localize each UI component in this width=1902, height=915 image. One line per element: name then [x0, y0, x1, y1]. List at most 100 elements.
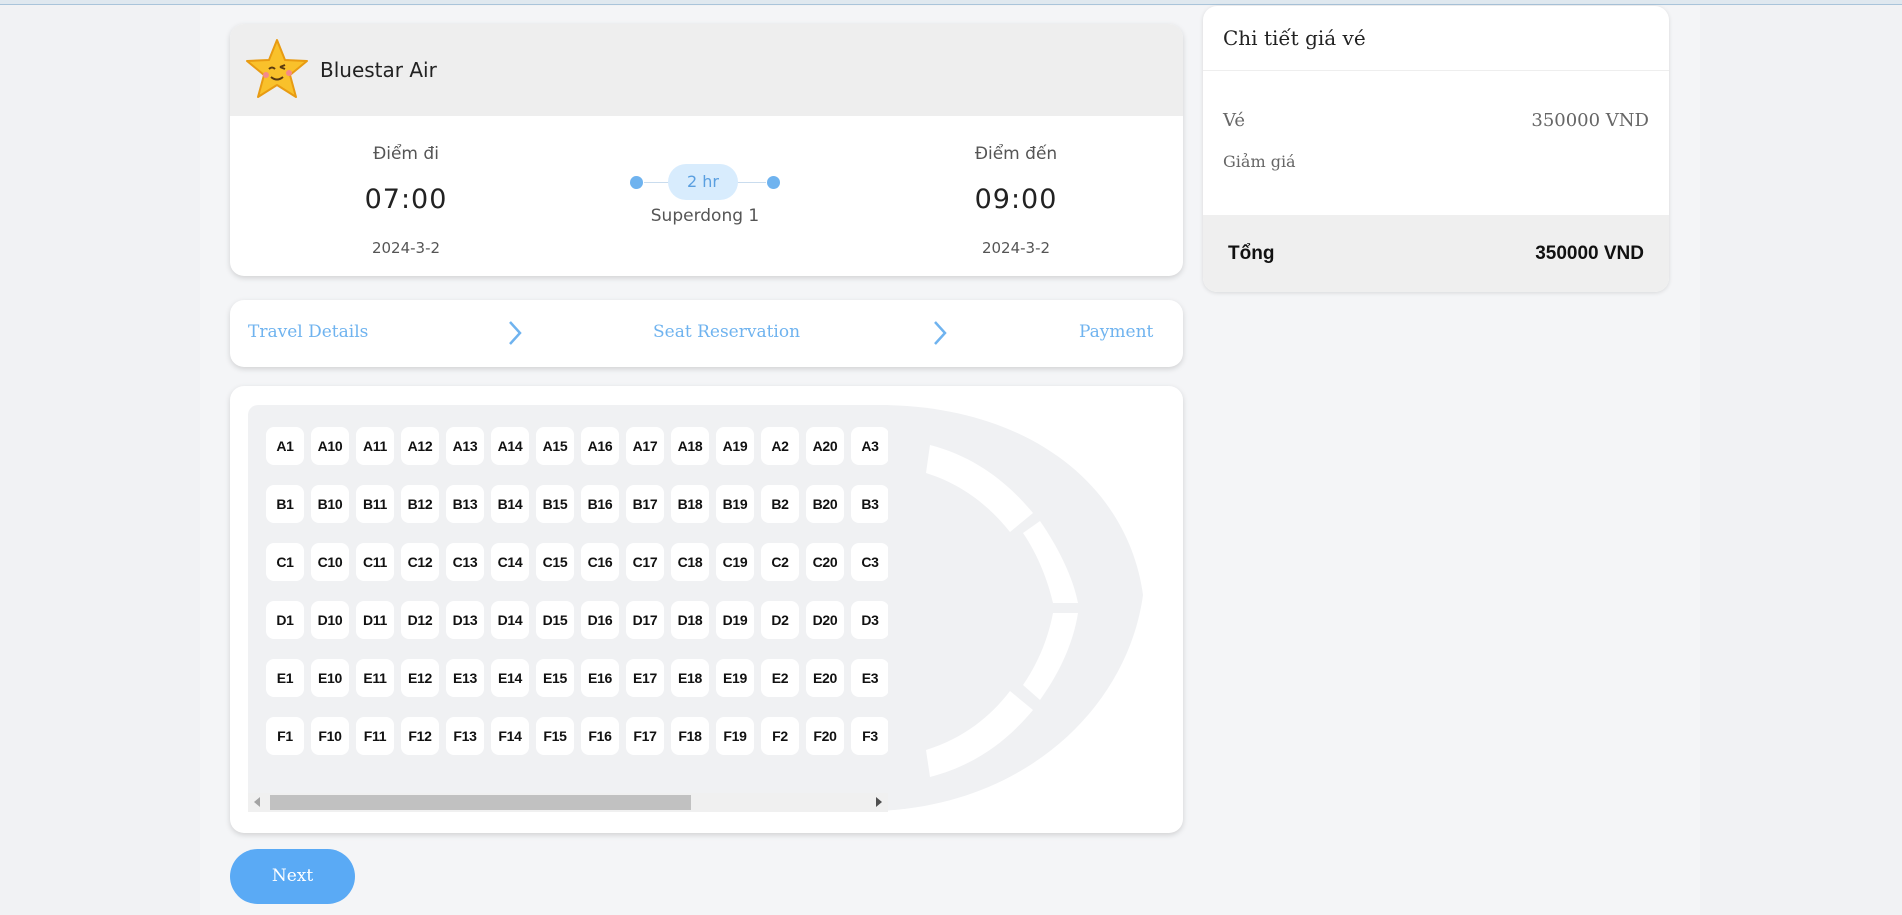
seat-button[interactable]: C16: [581, 543, 619, 581]
seat-button[interactable]: E19: [716, 659, 754, 697]
step-travel-details[interactable]: Travel Details: [248, 322, 368, 342]
price-title: Chi tiết giá vé: [1203, 6, 1669, 71]
seat-button[interactable]: F3: [851, 717, 888, 755]
seat-button[interactable]: F1: [266, 717, 304, 755]
seat-button[interactable]: E12: [401, 659, 439, 697]
seat-button[interactable]: B14: [491, 485, 529, 523]
seat-button[interactable]: E14: [491, 659, 529, 697]
window-top-border: [0, 0, 1902, 5]
seat-button[interactable]: F14: [491, 717, 529, 755]
arrival-time: 09:00: [974, 184, 1058, 215]
seat-button[interactable]: B17: [626, 485, 664, 523]
seat-button[interactable]: F18: [671, 717, 709, 755]
seat-button[interactable]: B2: [761, 485, 799, 523]
seat-button[interactable]: F19: [716, 717, 754, 755]
seat-button[interactable]: C17: [626, 543, 664, 581]
scrollbar-thumb[interactable]: [270, 795, 691, 810]
seat-row: E1 E10 E11 E12 E13 E14 E15 E16 E17 E18 E19 E2 E20 E3: [266, 659, 888, 697]
seat-button[interactable]: A13: [446, 427, 484, 465]
seat-button[interactable]: E13: [446, 659, 484, 697]
seat-button[interactable]: D2: [761, 601, 799, 639]
seat-button[interactable]: C19: [716, 543, 754, 581]
seat-button[interactable]: A14: [491, 427, 529, 465]
seat-button[interactable]: D11: [356, 601, 394, 639]
step-seat-reservation[interactable]: Seat Reservation: [653, 322, 800, 342]
seat-button[interactable]: E16: [581, 659, 619, 697]
seat-button[interactable]: E3: [851, 659, 888, 697]
seat-button[interactable]: B20: [806, 485, 844, 523]
seat-button[interactable]: E2: [761, 659, 799, 697]
seat-button[interactable]: B11: [356, 485, 394, 523]
seat-button[interactable]: F17: [626, 717, 664, 755]
seat-button[interactable]: A12: [401, 427, 439, 465]
scroll-left-arrow[interactable]: [254, 797, 260, 807]
seat-button[interactable]: C1: [266, 543, 304, 581]
seat-button[interactable]: A3: [851, 427, 888, 465]
seat-button[interactable]: F11: [356, 717, 394, 755]
arrival-date: 2024-3-2: [981, 239, 1051, 257]
seat-button[interactable]: E10: [311, 659, 349, 697]
seat-button[interactable]: D15: [536, 601, 574, 639]
seat-button[interactable]: D17: [626, 601, 664, 639]
seat-button[interactable]: C20: [806, 543, 844, 581]
seat-button[interactable]: A15: [536, 427, 574, 465]
seat-button[interactable]: A10: [311, 427, 349, 465]
seat-button[interactable]: D3: [851, 601, 888, 639]
seat-button[interactable]: A18: [671, 427, 709, 465]
seat-button[interactable]: C3: [851, 543, 888, 581]
seat-button[interactable]: D14: [491, 601, 529, 639]
seat-button[interactable]: B10: [311, 485, 349, 523]
seat-button[interactable]: B1: [266, 485, 304, 523]
seat-button[interactable]: B3: [851, 485, 888, 523]
seat-button[interactable]: A17: [626, 427, 664, 465]
next-button[interactable]: Next: [230, 849, 355, 904]
seat-button[interactable]: F15: [536, 717, 574, 755]
seat-button[interactable]: D13: [446, 601, 484, 639]
step-payment[interactable]: Payment: [1079, 322, 1153, 342]
seat-button[interactable]: C10: [311, 543, 349, 581]
scroll-right-arrow[interactable]: [876, 797, 882, 807]
seat-button[interactable]: B12: [401, 485, 439, 523]
seat-button[interactable]: F2: [761, 717, 799, 755]
seat-button[interactable]: C2: [761, 543, 799, 581]
seat-button[interactable]: E11: [356, 659, 394, 697]
seat-button[interactable]: E15: [536, 659, 574, 697]
seat-button[interactable]: D20: [806, 601, 844, 639]
seat-button[interactable]: A1: [266, 427, 304, 465]
seat-button[interactable]: F20: [806, 717, 844, 755]
seat-button[interactable]: A19: [716, 427, 754, 465]
seat-button[interactable]: C13: [446, 543, 484, 581]
seat-button[interactable]: E1: [266, 659, 304, 697]
star-mascot-icon: [246, 39, 308, 98]
seat-button[interactable]: D16: [581, 601, 619, 639]
seat-row: F1 F10 F11 F12 F13 F14 F15 F16 F17 F18 F19 F2 F20 F3: [266, 717, 888, 755]
seat-button[interactable]: D12: [401, 601, 439, 639]
seat-button[interactable]: C15: [536, 543, 574, 581]
seat-button[interactable]: A11: [356, 427, 394, 465]
seat-button[interactable]: B16: [581, 485, 619, 523]
seat-button[interactable]: F12: [401, 717, 439, 755]
seat-button[interactable]: B18: [671, 485, 709, 523]
seat-button[interactable]: E17: [626, 659, 664, 697]
seat-grid-scrollbar[interactable]: [248, 793, 888, 812]
ticket-price-row: Vé 350000 VND: [1223, 110, 1649, 131]
seat-button[interactable]: E18: [671, 659, 709, 697]
seat-button[interactable]: C14: [491, 543, 529, 581]
seat-button[interactable]: F16: [581, 717, 619, 755]
seat-button[interactable]: C11: [356, 543, 394, 581]
seat-button[interactable]: B15: [536, 485, 574, 523]
seat-button[interactable]: F13: [446, 717, 484, 755]
seat-button[interactable]: B13: [446, 485, 484, 523]
seat-button[interactable]: B19: [716, 485, 754, 523]
seat-button[interactable]: A2: [761, 427, 799, 465]
seat-button[interactable]: D18: [671, 601, 709, 639]
seat-button[interactable]: F10: [311, 717, 349, 755]
seat-button[interactable]: C12: [401, 543, 439, 581]
seat-button[interactable]: E20: [806, 659, 844, 697]
seat-button[interactable]: D1: [266, 601, 304, 639]
seat-button[interactable]: D19: [716, 601, 754, 639]
seat-button[interactable]: A16: [581, 427, 619, 465]
seat-button[interactable]: C18: [671, 543, 709, 581]
seat-button[interactable]: D10: [311, 601, 349, 639]
seat-button[interactable]: A20: [806, 427, 844, 465]
